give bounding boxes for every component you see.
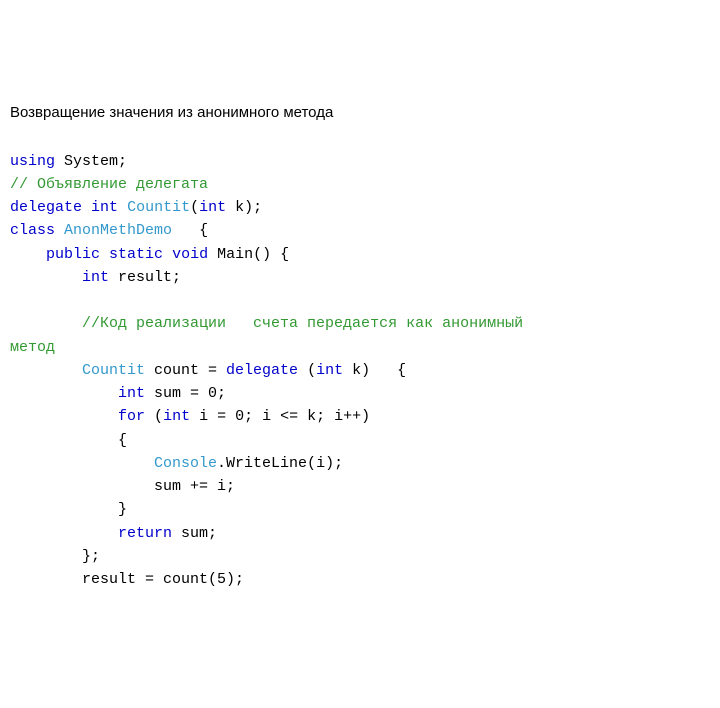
code-text: i = 0; i <= k; i++) bbox=[190, 408, 370, 425]
type-countit: Countit bbox=[127, 199, 190, 216]
code-text: result = count(5); bbox=[10, 571, 244, 588]
code-text: .WriteLine(i); bbox=[217, 455, 343, 472]
comment-line: метод bbox=[10, 339, 55, 356]
keyword-int: int bbox=[118, 385, 145, 402]
keyword-for: for bbox=[118, 408, 145, 425]
code-text: result; bbox=[109, 269, 181, 286]
code-text: k); bbox=[226, 199, 262, 216]
code-indent bbox=[10, 455, 154, 472]
comment-line: // Объявление делегата bbox=[10, 176, 208, 193]
code-text: ( bbox=[145, 408, 163, 425]
code-text bbox=[100, 246, 109, 263]
code-text: k) { bbox=[343, 362, 406, 379]
code-text: System; bbox=[55, 153, 127, 170]
keyword-int: int bbox=[91, 199, 118, 216]
code-indent bbox=[10, 362, 82, 379]
keyword-int: int bbox=[82, 269, 109, 286]
code-text bbox=[82, 199, 91, 216]
code-text: ( bbox=[190, 199, 199, 216]
code-indent bbox=[10, 269, 82, 286]
type-anonmethdemo: AnonMethDemo bbox=[64, 222, 172, 239]
code-indent bbox=[10, 408, 118, 425]
code-block: using System; // Объявление делегата del… bbox=[10, 150, 710, 592]
keyword-public: public bbox=[46, 246, 100, 263]
code-text: count = bbox=[145, 362, 226, 379]
code-indent bbox=[10, 315, 82, 332]
keyword-delegate: delegate bbox=[10, 199, 82, 216]
type-countit: Countit bbox=[82, 362, 145, 379]
keyword-void: void bbox=[172, 246, 208, 263]
code-indent bbox=[10, 525, 118, 542]
keyword-using: using bbox=[10, 153, 55, 170]
code-text: sum += i; bbox=[10, 478, 235, 495]
keyword-int: int bbox=[316, 362, 343, 379]
code-text bbox=[163, 246, 172, 263]
code-text: { bbox=[10, 432, 127, 449]
code-text: }; bbox=[10, 548, 100, 565]
keyword-static: static bbox=[109, 246, 163, 263]
code-text: { bbox=[172, 222, 208, 239]
comment-line: //Код реализации счета передается как ан… bbox=[82, 315, 523, 332]
code-indent bbox=[10, 385, 118, 402]
code-text: sum = 0; bbox=[145, 385, 226, 402]
code-text: ( bbox=[298, 362, 316, 379]
keyword-return: return bbox=[118, 525, 172, 542]
code-text: } bbox=[10, 501, 127, 518]
keyword-class: class bbox=[10, 222, 55, 239]
keyword-delegate: delegate bbox=[226, 362, 298, 379]
keyword-int: int bbox=[163, 408, 190, 425]
keyword-int: int bbox=[199, 199, 226, 216]
code-text: sum; bbox=[172, 525, 217, 542]
code-text: Main() { bbox=[208, 246, 289, 263]
code-text bbox=[118, 199, 127, 216]
type-console: Console bbox=[154, 455, 217, 472]
slide-title: Возвращение значения из анонимного метод… bbox=[10, 101, 710, 124]
code-text bbox=[55, 222, 64, 239]
code-indent bbox=[10, 246, 46, 263]
